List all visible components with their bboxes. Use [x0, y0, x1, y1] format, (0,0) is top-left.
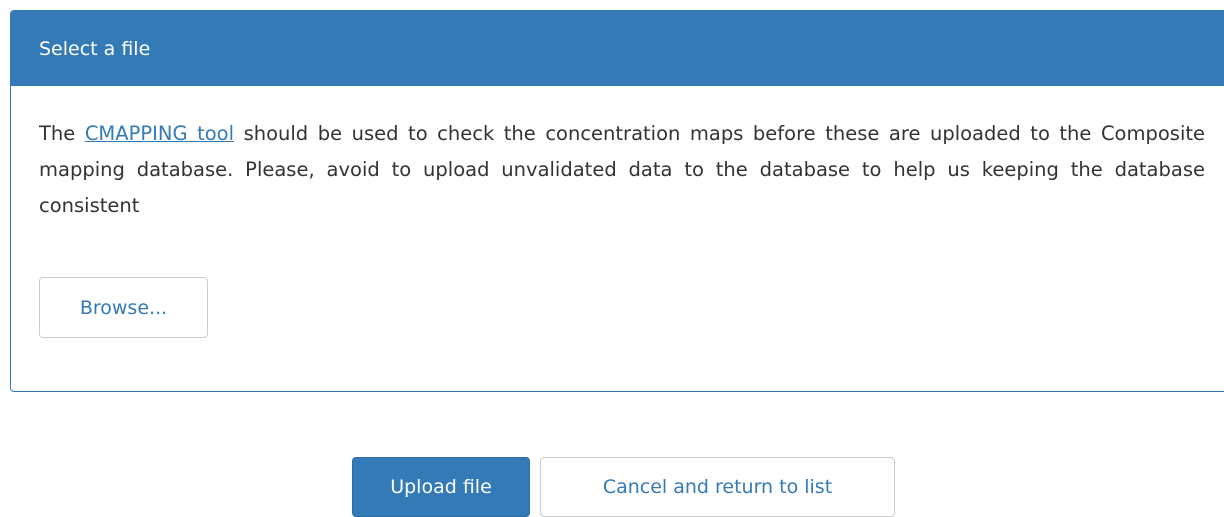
- cancel-button[interactable]: Cancel and return to list: [540, 457, 895, 517]
- panel-heading: Select a file: [11, 11, 1224, 86]
- panel-title: Select a file: [39, 37, 151, 60]
- file-select-panel: Select a file The CMAPPING tool should b…: [10, 10, 1224, 392]
- form-actions: Upload file Cancel and return to list: [352, 457, 895, 517]
- browse-button[interactable]: Browse...: [39, 277, 208, 338]
- cmapping-tool-link[interactable]: CMAPPING tool: [85, 122, 234, 145]
- upload-file-button[interactable]: Upload file: [352, 457, 530, 517]
- panel-description: The CMAPPING tool should be used to chec…: [39, 116, 1205, 224]
- description-prefix: The: [39, 122, 85, 145]
